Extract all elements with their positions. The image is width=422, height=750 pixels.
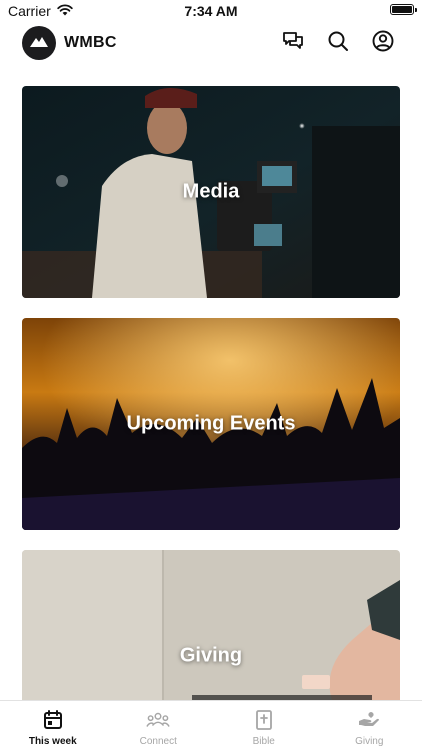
battery-icon: [390, 4, 417, 15]
app-title: WMBC: [64, 34, 117, 51]
status-bar: Carrier 7:34 AM: [0, 0, 422, 22]
mountain-icon: [29, 34, 49, 53]
profile-button[interactable]: [371, 29, 395, 58]
media-card[interactable]: Media: [22, 86, 400, 298]
tab-this-week-label: This week: [28, 736, 77, 747]
tab-bible[interactable]: Bible: [211, 701, 317, 750]
upcoming-events-card[interactable]: Upcoming Events: [22, 318, 400, 530]
profile-icon: [371, 29, 395, 58]
tab-bible-label: Bible: [252, 736, 275, 747]
giving-card-label: Giving: [179, 644, 243, 667]
bottom-tab-bar: This week Connect Bible Giving: [0, 700, 422, 750]
giving-hand-icon: [357, 708, 381, 732]
bible-icon: [252, 708, 276, 732]
calendar-icon: [41, 708, 65, 732]
events-card-label: Upcoming Events: [126, 412, 296, 435]
tab-connect-label: Connect: [139, 736, 177, 747]
people-icon: [146, 708, 170, 732]
search-icon: [326, 29, 350, 58]
app-header: WMBC: [0, 26, 422, 62]
tab-giving-label: Giving: [355, 736, 384, 747]
search-button[interactable]: [326, 31, 350, 55]
chat-button[interactable]: [281, 31, 305, 55]
media-card-label: Media: [182, 180, 240, 203]
tab-giving[interactable]: Giving: [317, 701, 422, 750]
app-logo[interactable]: [22, 26, 56, 60]
status-time: 7:34 AM: [184, 3, 238, 19]
tab-this-week[interactable]: This week: [0, 701, 106, 750]
tab-connect[interactable]: Connect: [106, 701, 212, 750]
chat-icon: [281, 29, 305, 58]
